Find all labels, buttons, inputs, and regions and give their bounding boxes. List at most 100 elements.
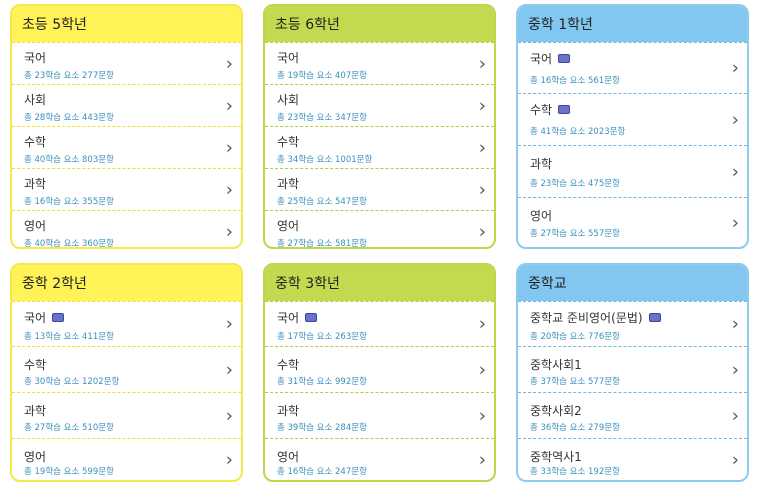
item-name: 수학 (24, 358, 47, 372)
card-middle-1: 중학 1학년 국어 총 16학습 요소 561문항 › 수학 총 41학습 요소… (516, 4, 749, 249)
list-item[interactable]: 수학 총 34학습 요소 1001문항 › (265, 126, 494, 168)
item-meta: 총 19학습 요소 599문항 (24, 467, 114, 477)
item-name: 영어 (24, 219, 47, 233)
list-item[interactable]: 영어 총 40학습 요소 360문항 › (12, 210, 241, 249)
chevron-right-icon: › (225, 221, 233, 242)
chevron-right-icon: › (225, 405, 233, 426)
chevron-right-icon: › (478, 359, 486, 380)
card-elementary-5: 초등 5학년 국어 총 23학습 요소 277문항 › 사회 총 28학습 요소… (10, 4, 243, 249)
flag-icon (558, 105, 571, 114)
item-meta: 총 23학습 요소 347문항 (277, 113, 367, 123)
list-item[interactable]: 사회 총 23학습 요소 347문항 › (265, 84, 494, 126)
card-title: 초등 6학년 (265, 6, 494, 42)
item-meta: 총 16학습 요소 247문항 (277, 467, 367, 477)
flag-icon (305, 313, 318, 322)
card-elementary-6: 초등 6학년 국어 총 19학습 요소 407문항 › 사회 총 23학습 요소… (263, 4, 496, 249)
flag-icon (52, 313, 65, 322)
card-title: 중학 1학년 (518, 6, 747, 42)
list-item[interactable]: 영어 총 27학습 요소 557문항 › (518, 197, 747, 247)
list-item[interactable]: 영어 총 19학습 요소 599문항 › (12, 438, 241, 480)
item-name: 중학사회1 (530, 358, 582, 372)
item-name: 수학 (530, 101, 571, 118)
list-item[interactable]: 국어 총 23학습 요소 277문항 › (12, 42, 241, 84)
chevron-right-icon: › (225, 313, 233, 335)
list-item[interactable]: 국어 총 13학습 요소 411문항 › (12, 301, 241, 346)
card-middle-3: 중학 3학년 국어 총 17학습 요소 263문항 › 수학 총 31학습 요소… (263, 263, 496, 482)
chevron-right-icon: › (478, 221, 486, 242)
item-name: 영어 (530, 209, 553, 223)
item-meta: 총 17학습 요소 263문항 (277, 332, 367, 342)
chevron-right-icon: › (225, 179, 233, 200)
list-item[interactable]: 중학사회1 총 37학습 요소 577문항 › (518, 346, 747, 392)
item-meta: 총 19학습 요소 407문항 (277, 71, 367, 81)
chevron-right-icon: › (225, 449, 233, 470)
item-name: 국어 (530, 50, 571, 67)
item-name: 과학 (24, 177, 47, 191)
item-meta: 총 25학습 요소 547문항 (277, 197, 367, 207)
chevron-right-icon: › (478, 449, 486, 470)
list-item[interactable]: 중학역사1 총 33학습 요소 192문항 › (518, 438, 747, 480)
item-meta: 총 27학습 요소 581문항 (277, 239, 367, 249)
list-item[interactable]: 과학 총 23학습 요소 475문항 › (518, 145, 747, 197)
list-item[interactable]: 사회 총 28학습 요소 443문항 › (12, 84, 241, 126)
chevron-right-icon: › (731, 161, 739, 182)
list-item[interactable]: 중학교 준비영어(문법) 총 20학습 요소 776문항 › (518, 301, 747, 346)
item-name: 중학교 준비영어(문법) (530, 309, 661, 326)
item-name: 국어 (277, 51, 300, 65)
item-meta: 총 23학습 요소 475문항 (530, 179, 620, 189)
list-item[interactable]: 수학 총 31학습 요소 992문항 › (265, 346, 494, 392)
chevron-right-icon: › (225, 95, 233, 116)
item-meta: 총 13학습 요소 411문항 (24, 332, 114, 342)
item-meta: 총 40학습 요소 360문항 (24, 239, 114, 249)
item-name: 국어 (24, 51, 47, 65)
item-meta: 총 41학습 요소 2023문항 (530, 127, 626, 137)
list-item[interactable]: 과학 총 39학습 요소 284문항 › (265, 392, 494, 438)
item-name: 수학 (277, 135, 300, 149)
item-name: 사회 (277, 93, 300, 107)
item-name: 과학 (277, 177, 300, 191)
card-title: 중학교 (518, 265, 747, 301)
list-item[interactable]: 영어 총 27학습 요소 581문항 › (265, 210, 494, 249)
item-name: 수학 (24, 135, 47, 149)
item-name: 과학 (530, 157, 553, 171)
chevron-right-icon: › (731, 449, 739, 470)
list-item[interactable]: 과학 총 27학습 요소 510문항 › (12, 392, 241, 438)
chevron-right-icon: › (731, 109, 739, 130)
list-item[interactable]: 과학 총 16학습 요소 355문항 › (12, 168, 241, 210)
item-name: 영어 (277, 219, 300, 233)
item-meta: 총 16학습 요소 355문항 (24, 197, 114, 207)
list-item[interactable]: 국어 총 16학습 요소 561문항 › (518, 42, 747, 93)
chevron-right-icon: › (478, 179, 486, 200)
item-meta: 총 40학습 요소 803문항 (24, 155, 114, 165)
chevron-right-icon: › (731, 313, 739, 335)
list-item[interactable]: 중학사회2 총 36학습 요소 279문항 › (518, 392, 747, 438)
chevron-right-icon: › (478, 313, 486, 335)
item-meta: 총 36학습 요소 279문항 (530, 423, 620, 433)
list-item[interactable]: 국어 총 17학습 요소 263문항 › (265, 301, 494, 346)
card-title: 중학 2학년 (12, 265, 241, 301)
item-name: 사회 (24, 93, 47, 107)
list-item[interactable]: 영어 총 16학습 요소 247문항 › (265, 438, 494, 480)
chevron-right-icon: › (478, 137, 486, 158)
chevron-right-icon: › (731, 212, 739, 233)
list-item[interactable]: 국어 총 19학습 요소 407문항 › (265, 42, 494, 84)
chevron-right-icon: › (478, 95, 486, 116)
list-item[interactable]: 수학 총 30학습 요소 1202문항 › (12, 346, 241, 392)
item-meta: 총 27학습 요소 557문항 (530, 229, 620, 239)
item-name: 과학 (24, 404, 47, 418)
item-meta: 총 37학습 요소 577문항 (530, 377, 620, 387)
list-item[interactable]: 수학 총 41학습 요소 2023문항 › (518, 93, 747, 145)
item-meta: 총 33학습 요소 192문항 (530, 467, 620, 477)
item-name: 수학 (277, 358, 300, 372)
item-meta: 총 30학습 요소 1202문항 (24, 377, 120, 387)
flag-icon (558, 54, 571, 63)
chevron-right-icon: › (731, 359, 739, 380)
item-name: 중학역사1 (530, 450, 582, 464)
list-item[interactable]: 과학 총 25학습 요소 547문항 › (265, 168, 494, 210)
item-name: 국어 (277, 309, 318, 326)
item-name: 중학사회2 (530, 404, 582, 418)
item-name: 국어 (24, 309, 65, 326)
item-meta: 총 27학습 요소 510문항 (24, 423, 114, 433)
list-item[interactable]: 수학 총 40학습 요소 803문항 › (12, 126, 241, 168)
chevron-right-icon: › (731, 405, 739, 426)
